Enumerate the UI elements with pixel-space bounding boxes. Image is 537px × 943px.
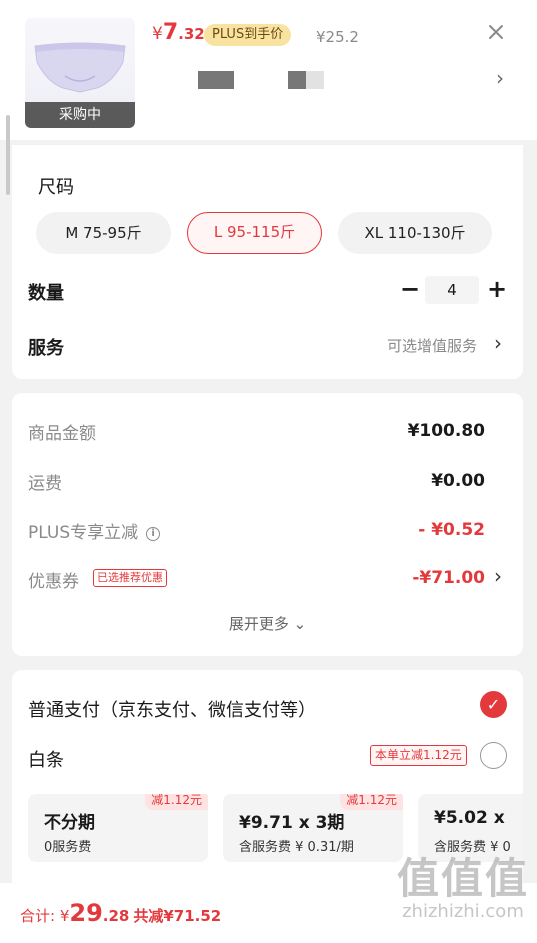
plan-fee: 含服务费 ¥ 0.31/期 [239, 840, 354, 855]
chevron-right-icon[interactable]: › [494, 331, 502, 355]
installment-plan-6[interactable]: ¥5.02 x 含服务费 ¥ 0 [418, 794, 523, 862]
plan-title: ¥9.71 x 3期 [239, 813, 345, 833]
product-image [34, 42, 126, 93]
total-saving: 共减¥71.52 [133, 907, 222, 925]
plan-discount-badge: 减1.12元 [340, 794, 403, 810]
info-icon[interactable]: i [146, 527, 161, 541]
goods-amount-label: 商品金额 [28, 424, 96, 444]
redacted-block [288, 71, 306, 89]
plus-discount-value: - ¥0.52 [418, 520, 485, 540]
quantity-decrement-button[interactable]: − [398, 275, 422, 305]
plan-title: 不分期 [44, 813, 95, 833]
size-option-m[interactable]: M 75-95斤 [36, 212, 171, 254]
total-decimal: .28 [102, 907, 130, 925]
chevron-down-icon: ⌄ [293, 615, 307, 633]
product-thumbnail[interactable]: 采购中 [25, 18, 135, 128]
plus-price-tag: PLUS到手价 [204, 24, 292, 46]
price-symbol: ¥ [152, 24, 163, 44]
product-header: 采购中 ¥7.32 PLUS到手价 ¥25.2 › [0, 0, 537, 140]
purchase-status-badge: 采购中 [25, 102, 135, 128]
total-symbol: ¥ [59, 907, 70, 925]
size-option-xl[interactable]: XL 110-130斤 [338, 212, 492, 254]
size-title: 尺码 [38, 177, 74, 198]
chevron-right-icon[interactable]: › [494, 564, 502, 588]
plus-discount-label: PLUS专享立减 i [28, 518, 161, 543]
check-selected-icon[interactable]: ✓ [480, 691, 507, 718]
service-label: 服务 [28, 338, 64, 359]
total-integer: 29 [69, 899, 103, 927]
scrollbar[interactable] [6, 115, 10, 195]
close-icon [489, 25, 503, 39]
expand-more-label: 展开更多 [228, 615, 289, 633]
watermark-logo: 值值值 zhizhizhi.com [397, 856, 529, 922]
expand-more-button[interactable]: 展开更多 ⌄ [12, 613, 523, 634]
baitiao-label[interactable]: 白条 [28, 746, 64, 772]
spec-card: 尺码 M 75-95斤 L 95-115斤 XL 110-130斤 数量 − 4… [12, 145, 523, 379]
check-unselected-icon[interactable] [480, 742, 507, 769]
service-hint[interactable]: 可选增值服务 [387, 335, 477, 356]
coupon-label: 优惠券 [28, 572, 79, 592]
normal-payment-label[interactable]: 普通支付（京东支付、微信支付等） [28, 696, 316, 722]
order-total: 合计: ¥29.28 共减¥71.52 [20, 899, 221, 927]
goods-amount-value: ¥100.80 [407, 421, 485, 441]
quantity-label: 数量 [28, 283, 64, 304]
plan-title: ¥5.02 x [434, 808, 505, 828]
total-label: 合计: [20, 907, 60, 925]
coupon-value[interactable]: -¥71.00 [412, 568, 485, 588]
plan-fee: 0服务费 [44, 840, 92, 855]
price-integer: 7 [162, 20, 179, 45]
quantity-input[interactable]: 4 [425, 276, 479, 304]
quantity-increment-button[interactable]: + [485, 275, 509, 305]
size-option-l[interactable]: L 95-115斤 [187, 212, 322, 254]
coupon-recommend-tag: 已选推荐优惠 [93, 569, 167, 587]
current-price: ¥7.32 [152, 20, 205, 45]
plus-discount-text: PLUS专享立减 [28, 523, 139, 543]
watermark-glyphs: 值值值 [396, 854, 529, 903]
shipping-label: 运费 [28, 474, 62, 494]
plan-discount-badge: 减1.12元 [145, 794, 208, 810]
close-button[interactable] [484, 20, 508, 44]
original-price: ¥25.2 [316, 28, 359, 46]
chevron-right-icon[interactable]: › [496, 66, 504, 90]
redacted-block [306, 71, 324, 89]
price-decimal: .32 [178, 25, 205, 43]
plan-fee: 含服务费 ¥ 0 [434, 840, 511, 855]
baitiao-discount-tag: 本单立减1.12元 [370, 745, 467, 766]
installment-plan-3[interactable]: 减1.12元 ¥9.71 x 3期 含服务费 ¥ 0.31/期 [223, 794, 403, 862]
price-summary-card: 商品金额 ¥100.80 运费 ¥0.00 PLUS专享立减 i - ¥0.52 … [12, 393, 523, 656]
redacted-block [198, 71, 234, 89]
shipping-value: ¥0.00 [431, 471, 485, 491]
installment-plan-none[interactable]: 减1.12元 不分期 0服务费 [28, 794, 208, 862]
watermark-url: zhizhizhi.com [402, 901, 524, 922]
checkout-sheet: 采购中 ¥7.32 PLUS到手价 ¥25.2 › 尺码 M 75-95斤 L … [0, 0, 537, 943]
